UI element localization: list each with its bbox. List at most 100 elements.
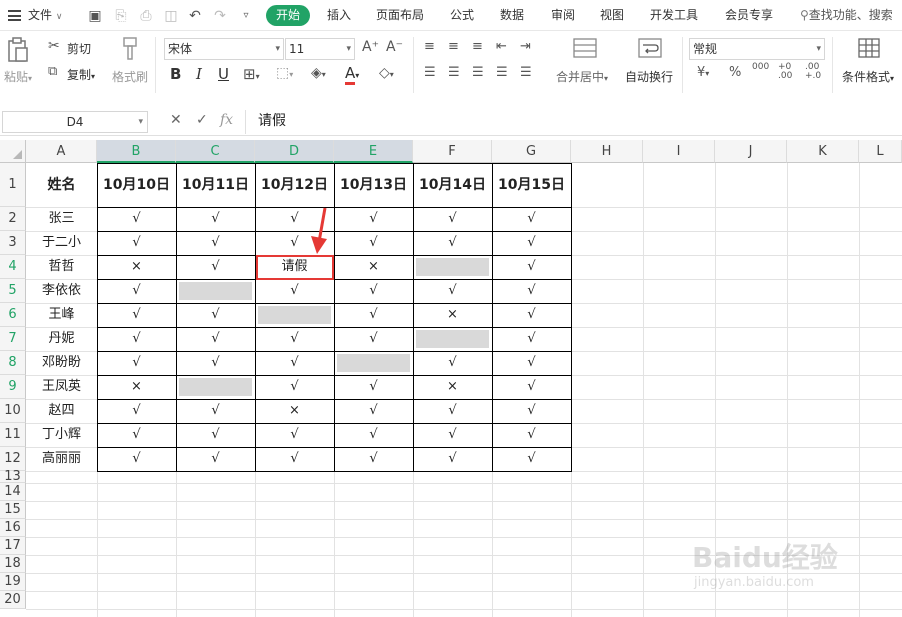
- customize-quick-access-icon[interactable]: ▿: [237, 7, 255, 25]
- save-icon[interactable]: ▣: [86, 7, 104, 25]
- name-cell[interactable]: 邓盼盼: [26, 351, 97, 375]
- attendance-cell[interactable]: √: [255, 447, 334, 471]
- row-header-16[interactable]: 16: [0, 519, 26, 537]
- attendance-cell[interactable]: √: [97, 399, 176, 423]
- row-header-20[interactable]: 20: [0, 591, 26, 609]
- tab-home[interactable]: 开始: [266, 5, 310, 26]
- column-header-g[interactable]: G: [492, 140, 571, 163]
- gray-filled-cell[interactable]: [416, 330, 489, 348]
- tab-view[interactable]: 视图: [600, 0, 624, 31]
- attendance-cell[interactable]: √: [97, 279, 176, 303]
- attendance-cell[interactable]: √: [334, 327, 413, 351]
- row-header-9[interactable]: 9: [0, 375, 26, 399]
- gray-filled-cell[interactable]: [179, 282, 252, 300]
- thousands-icon[interactable]: 000: [752, 63, 769, 81]
- attendance-cell[interactable]: √: [97, 207, 176, 231]
- attendance-cell[interactable]: √: [334, 423, 413, 447]
- attendance-cell[interactable]: √: [176, 207, 255, 231]
- gray-filled-cell[interactable]: [258, 306, 331, 324]
- row-header-15[interactable]: 15: [0, 501, 26, 519]
- merge-center-button[interactable]: 合并居中▾: [556, 68, 608, 85]
- tab-insert[interactable]: 插入: [327, 0, 351, 31]
- align-bottom-icon[interactable]: ≡: [472, 39, 483, 54]
- underline-icon[interactable]: U: [218, 65, 229, 83]
- percent-icon[interactable]: %: [729, 65, 741, 80]
- tab-developer[interactable]: 开发工具: [650, 0, 698, 31]
- attendance-cell[interactable]: √: [176, 303, 255, 327]
- attendance-cell[interactable]: √: [334, 399, 413, 423]
- name-cell[interactable]: 丹妮: [26, 327, 97, 351]
- attendance-cell[interactable]: √: [97, 423, 176, 447]
- attendance-cell[interactable]: √: [492, 351, 571, 375]
- decrease-font-icon[interactable]: A⁻: [386, 39, 403, 55]
- name-cell[interactable]: 赵四: [26, 399, 97, 423]
- paste-button[interactable]: 粘贴▾: [4, 68, 32, 85]
- attendance-cell[interactable]: √: [255, 279, 334, 303]
- fill-style-icon[interactable]: ⬚▾: [276, 65, 293, 81]
- italic-icon[interactable]: I: [196, 65, 202, 83]
- attendance-cell[interactable]: √: [176, 423, 255, 447]
- decrease-decimal-icon[interactable]: .00 +.0: [805, 63, 821, 81]
- clear-format-icon[interactable]: ◇▾: [379, 65, 394, 81]
- attendance-cell[interactable]: √: [492, 375, 571, 399]
- column-header-d[interactable]: D: [255, 140, 334, 163]
- attendance-cell[interactable]: √: [413, 231, 492, 255]
- align-left-icon[interactable]: ☰: [424, 65, 436, 80]
- row-header-19[interactable]: 19: [0, 573, 26, 591]
- column-header-a[interactable]: A: [26, 140, 97, 163]
- attendance-cell[interactable]: √: [492, 327, 571, 351]
- column-header-h[interactable]: H: [571, 140, 643, 163]
- row-header-4[interactable]: 4: [0, 255, 26, 279]
- column-header-k[interactable]: K: [787, 140, 859, 163]
- attendance-cell[interactable]: √: [255, 351, 334, 375]
- increase-indent-icon[interactable]: ⇥: [520, 39, 531, 54]
- row-header-10[interactable]: 10: [0, 399, 26, 423]
- undo-icon[interactable]: ↶: [186, 7, 204, 25]
- attendance-cell[interactable]: √: [176, 327, 255, 351]
- row-header-18[interactable]: 18: [0, 555, 26, 573]
- attendance-cell[interactable]: √: [176, 447, 255, 471]
- insert-function-icon[interactable]: fx: [220, 112, 233, 128]
- column-header-i[interactable]: I: [643, 140, 715, 163]
- column-header-b[interactable]: B: [97, 140, 176, 163]
- attendance-cell[interactable]: √: [413, 279, 492, 303]
- spreadsheet-grid[interactable]: A B C D E F G H I J K L 1 2 3 4 5 6 7 8 9 10 11 12 13 14 15 16 17 18 1…: [0, 140, 902, 617]
- attendance-cell[interactable]: √: [255, 327, 334, 351]
- row-header-3[interactable]: 3: [0, 231, 26, 255]
- row-header-8[interactable]: 8: [0, 351, 26, 375]
- search-box[interactable]: ⚲查找功能、搜索: [800, 0, 893, 31]
- attendance-cell[interactable]: √: [334, 447, 413, 471]
- attendance-cell[interactable]: √: [334, 279, 413, 303]
- row-header-11[interactable]: 11: [0, 423, 26, 447]
- tab-page-layout[interactable]: 页面布局: [376, 0, 424, 31]
- attendance-cell[interactable]: ×: [413, 375, 492, 399]
- gray-filled-cell[interactable]: [179, 378, 252, 396]
- font-color-icon[interactable]: A▾: [345, 64, 359, 85]
- number-format-select[interactable]: 常规 ▾: [689, 38, 825, 60]
- attendance-cell[interactable]: √: [97, 327, 176, 351]
- copy-button[interactable]: 复制▾: [67, 66, 95, 83]
- column-header-e[interactable]: E: [334, 140, 413, 163]
- paste-icon[interactable]: [6, 37, 30, 65]
- name-cell[interactable]: 王峰: [26, 303, 97, 327]
- attendance-cell[interactable]: √: [176, 399, 255, 423]
- column-header-c[interactable]: C: [176, 140, 255, 163]
- attendance-cell[interactable]: ×: [413, 303, 492, 327]
- attendance-cell[interactable]: √: [492, 303, 571, 327]
- justify-icon[interactable]: ☰: [496, 65, 508, 80]
- name-cell[interactable]: 张三: [26, 207, 97, 231]
- borders-icon[interactable]: ⊞▾: [243, 65, 260, 83]
- fill-color-icon[interactable]: ◈▾: [311, 65, 326, 81]
- attendance-cell[interactable]: √: [492, 447, 571, 471]
- row-header-17[interactable]: 17: [0, 537, 26, 555]
- name-cell[interactable]: 李依依: [26, 279, 97, 303]
- attendance-cell[interactable]: √: [413, 423, 492, 447]
- table-header-cell[interactable]: 10月12日: [255, 163, 334, 207]
- attendance-cell[interactable]: √: [492, 231, 571, 255]
- print-preview-icon[interactable]: ◫: [162, 7, 180, 25]
- row-header-1[interactable]: 1: [0, 163, 26, 207]
- gray-filled-cell[interactable]: [416, 258, 489, 276]
- font-size-select[interactable]: 11 ▾: [285, 38, 355, 60]
- name-cell[interactable]: 哲哲: [26, 255, 97, 279]
- attendance-cell[interactable]: ×: [97, 375, 176, 399]
